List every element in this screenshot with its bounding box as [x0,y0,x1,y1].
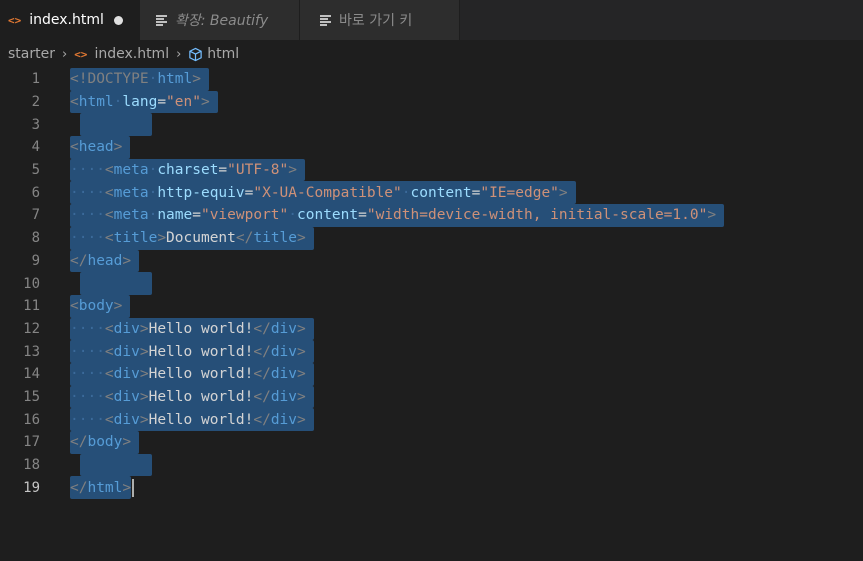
line-number: 18 [23,457,40,474]
breadcrumb-file[interactable]: index.html [94,46,169,62]
code-line: 14 ···· < div > Hello world! </div > [0,362,863,386]
code-line: 8 ···· < title > Document </title > [0,226,863,250]
code-line: 11 < body > [0,294,863,318]
tab-label: 바로 가기 키 [339,13,413,29]
code-line: 4 < head > [0,136,863,159]
line-number: 6 [31,184,40,201]
line-number: 1 [31,71,40,88]
line-number: 3 [31,116,40,133]
line-number: 19 [23,479,40,496]
html-code-icon: <> [74,47,88,61]
chevron-right-icon: › [176,46,182,62]
line-number: 15 [23,388,40,405]
code-line: 12 ···· < div > Hello world! </div > [0,317,863,341]
chevron-right-icon: › [61,46,68,62]
code-line: 1 <!DOCTYPE · html > [0,68,863,91]
line-number: 17 [23,434,40,451]
line-number: 2 [31,94,40,111]
code-line: 18 [0,453,863,477]
line-number: 16 [23,411,40,428]
tab-label: index.html [29,12,104,28]
breadcrumb-element[interactable]: html [207,46,239,62]
unsaved-dot-icon[interactable] [113,15,123,25]
tab-keyboard-shortcuts[interactable]: 바로 가기 키 [300,0,460,40]
line-number: 10 [23,275,40,292]
line-number: 13 [23,343,40,360]
code-line: 13 ···· < div > Hello world! </div > [0,340,863,363]
code-editor[interactable]: 1 <!DOCTYPE · html > 2 < html · lang = "en" > 3 4… [0,68,863,500]
code-line: 7 ···· < meta · name = "viewport" · content = "wid… [0,204,863,227]
preview-lines-icon [156,15,167,26]
cube-symbol-icon [188,47,203,62]
code-line: 9 </head > [0,249,863,273]
line-number: 11 [23,298,40,315]
line-number: 12 [23,320,40,337]
line-number: 5 [31,162,40,179]
breadcrumb: starter › <> index.html › html [0,40,863,68]
breadcrumb-folder[interactable]: starter [8,46,55,62]
tab-label: 확장: Beautify [175,13,269,29]
code-line: 10 [0,272,863,295]
line-number: 9 [31,252,40,269]
code-line: 2 < html · lang = "en" > [0,90,863,114]
line-number: 4 [31,139,40,156]
code-line: 15 ···· < div > Hello world! </div > [0,385,863,409]
line-number: 8 [31,230,40,247]
preview-lines-icon [320,15,331,26]
tab-index-html[interactable]: <> index.html [0,0,140,40]
code-line: 17 </body > [0,431,863,454]
html-code-icon: <> [8,13,22,27]
line-number: 7 [31,207,40,224]
code-line: 5 ···· < meta · charset = "UTF-8" > [0,158,863,182]
code-line: 3 [0,113,863,137]
tab-beautify[interactable]: 확장: Beautify [140,0,300,40]
code-line: 16 ···· < div > Hello world! </div > [0,408,863,431]
code-line-current: 19 </html > [0,476,863,500]
text-cursor [132,478,135,497]
tab-bar: <> index.html 확장: Beautify 바로 가기 키 [0,0,863,40]
code-line: 6 ···· < meta · http-equiv = "X-UA-Compatible"… [0,181,863,205]
line-number: 14 [23,366,40,383]
